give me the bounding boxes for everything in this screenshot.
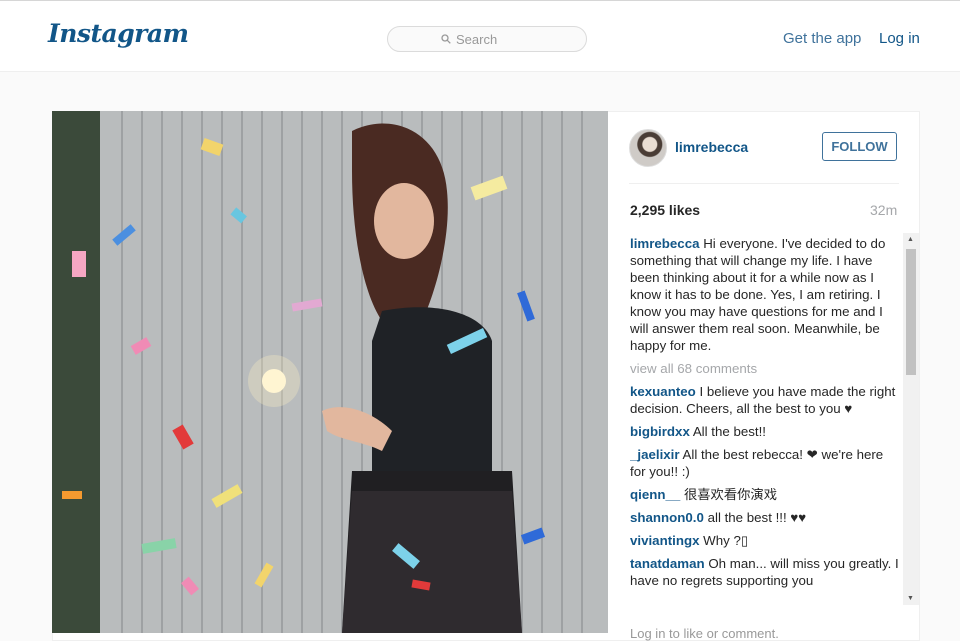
post-image (52, 111, 608, 633)
caption-username[interactable]: limrebecca (630, 236, 699, 251)
post-username[interactable]: limrebecca (675, 139, 748, 155)
comment: shannon0.0 all the best !!! ♥♥ (630, 509, 900, 526)
comment-username[interactable]: tanatdaman (630, 556, 705, 571)
likes-count: 2,295 likes (630, 202, 701, 218)
comment-username[interactable]: _jaelixir (630, 447, 680, 462)
divider (629, 183, 899, 184)
comment-text: Why ?▯ (703, 533, 749, 548)
comments-scrollbar[interactable]: ▲ ▼ (903, 233, 919, 605)
follow-button[interactable]: FOLLOW (822, 132, 897, 161)
view-all-comments-link[interactable]: view all 68 comments (630, 360, 900, 377)
search-placeholder: Search (456, 32, 498, 47)
search-input[interactable]: Search (387, 26, 587, 52)
scroll-up-arrow-icon[interactable]: ▲ (907, 236, 914, 243)
comment: viviantingx Why ?▯ (630, 532, 900, 549)
caption-text: Hi everyone. I've decided to do somethin… (630, 236, 886, 353)
post-time[interactable]: 32m (870, 202, 897, 218)
comment: kexuanteo I believe you have made the ri… (630, 383, 900, 417)
comment-text: all the best !!! ♥♥ (707, 510, 807, 525)
avatar[interactable] (629, 129, 667, 167)
post-sidebar: limrebecca FOLLOW 2,295 likes 32m limreb… (608, 111, 920, 633)
comment: bigbirdxx All the best!! (630, 423, 900, 440)
scrollbar-thumb[interactable] (906, 249, 916, 375)
comment-username[interactable]: viviantingx (630, 533, 699, 548)
comment-username[interactable]: qienn__ (630, 487, 680, 502)
comment: tanatdaman Oh man... will miss you great… (630, 555, 900, 589)
comment-text: 很喜欢看你演戏 (683, 487, 778, 502)
post-photo[interactable] (52, 111, 608, 633)
instagram-logo[interactable]: Instagram (48, 19, 189, 48)
scroll-down-arrow-icon[interactable]: ▼ (907, 595, 914, 602)
login-to-comment-prompt[interactable]: Log in to like or comment. (630, 626, 779, 641)
get-the-app-link[interactable]: Get the app (783, 30, 861, 47)
comment: qienn__ 很喜欢看你演戏 (630, 486, 900, 503)
search-icon (441, 34, 451, 44)
comment-username[interactable]: bigbirdxx (630, 424, 690, 439)
comment-username[interactable]: kexuanteo (630, 384, 696, 399)
comment-username[interactable]: shannon0.0 (630, 510, 704, 525)
top-navigation-bar: Instagram Search Get the app Log in (0, 0, 960, 72)
log-in-link[interactable]: Log in (879, 30, 920, 47)
comment-text: All the best!! (692, 424, 766, 439)
comment: _jaelixir All the best rebecca! ❤ we're … (630, 446, 900, 480)
comments-list[interactable]: limrebecca Hi everyone. I've decided to … (630, 235, 900, 605)
caption: limrebecca Hi everyone. I've decided to … (630, 235, 900, 354)
